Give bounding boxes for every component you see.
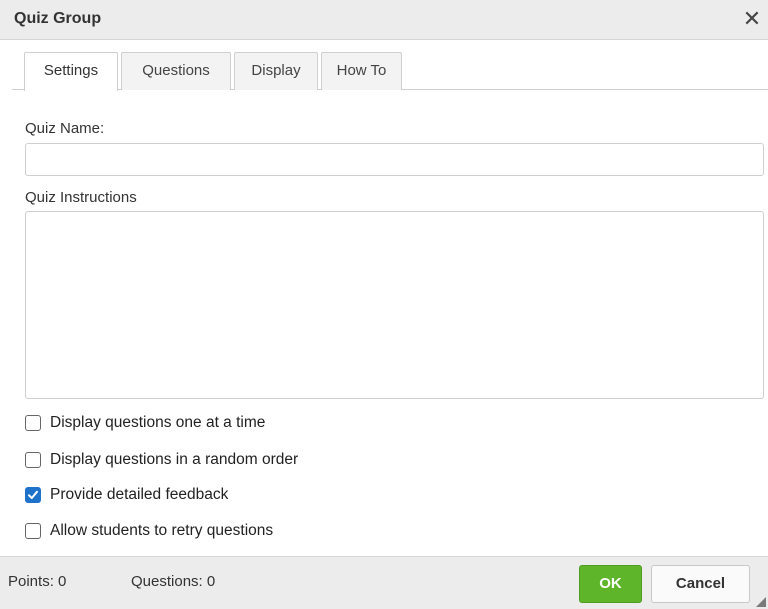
quiz-instructions-label: Quiz Instructions [25, 189, 137, 206]
tab-how-to[interactable]: How To [321, 52, 402, 90]
dialog-title: Quiz Group [14, 10, 102, 27]
option-one-at-a-time-label: Display questions one at a time [50, 414, 266, 431]
tab-settings[interactable]: Settings [24, 52, 118, 91]
questions-count: Questions: 0 [131, 573, 216, 590]
tab-questions[interactable]: Questions [121, 52, 231, 90]
checkbox-one-at-a-time[interactable] [25, 415, 41, 431]
option-random-order-label: Display questions in a random order [50, 451, 299, 468]
quiz-instructions-textarea[interactable] [25, 211, 764, 399]
option-detailed-feedback-label: Provide detailed feedback [50, 486, 229, 503]
ok-button[interactable]: OK [579, 565, 642, 603]
quiz-name-input[interactable] [25, 143, 764, 176]
points-count: Points: 0 [8, 573, 67, 590]
tab-display[interactable]: Display [234, 52, 318, 90]
close-icon[interactable]: ✕ [740, 6, 764, 32]
checkbox-allow-retry[interactable] [25, 523, 41, 539]
option-allow-retry-label: Allow students to retry questions [50, 522, 274, 539]
cancel-button[interactable]: Cancel [651, 565, 750, 603]
quiz-group-dialog: Quiz Group ✕ Settings Questions Display … [0, 0, 768, 609]
checkbox-random-order[interactable] [25, 452, 41, 468]
resize-grip-icon[interactable] [756, 597, 766, 607]
checkmark-icon [28, 490, 38, 499]
quiz-name-label: Quiz Name: [25, 120, 105, 137]
dialog-titlebar: Quiz Group ✕ [0, 0, 768, 40]
checkbox-detailed-feedback[interactable] [25, 487, 41, 503]
dialog-footer: Points: 0 Questions: 0 OK Cancel [0, 556, 768, 609]
tab-bar: Settings Questions Display How To [12, 40, 768, 91]
